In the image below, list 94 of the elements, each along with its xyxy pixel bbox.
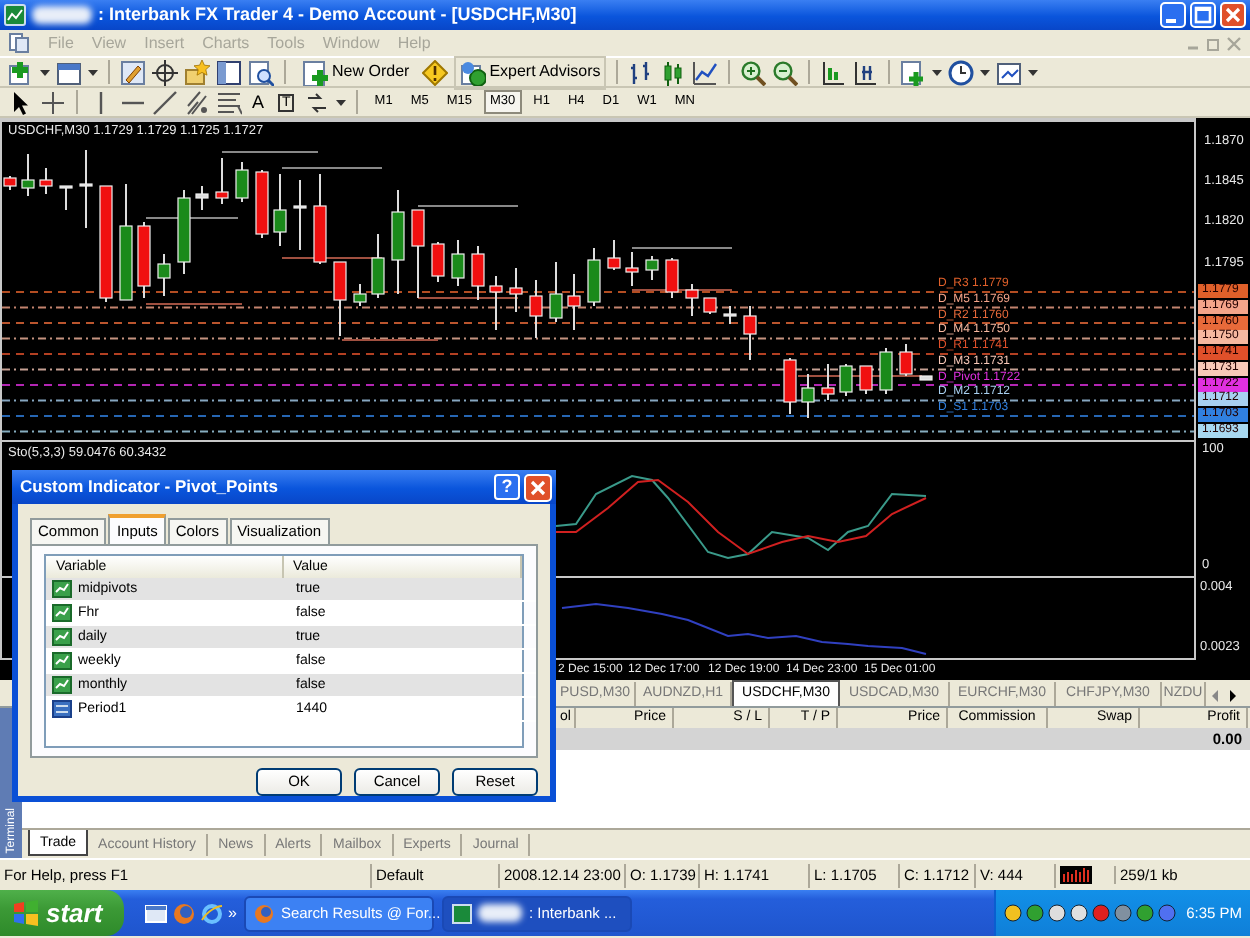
clock-icon[interactable] [948,59,975,85]
close-button[interactable] [524,473,552,501]
candle [529,279,543,339]
app-icon [4,4,26,26]
candle [549,261,563,323]
minimize-button[interactable] [1160,2,1186,28]
line-chart-icon[interactable] [692,59,719,85]
globe-icon[interactable] [200,901,224,925]
candle [471,245,485,301]
candle [353,283,367,307]
parameter-icon [52,699,72,717]
candle [431,241,445,283]
candle [79,149,93,229]
expert-advisors-button[interactable]: Expert Advisors [453,55,607,89]
flag-icon [12,900,40,926]
candle [273,173,287,247]
candle [313,173,327,265]
template-icon[interactable] [900,59,927,85]
app-icon [452,903,473,923]
folder-star-icon[interactable] [184,59,210,85]
pencil-icon[interactable] [120,59,146,85]
candle [235,161,249,203]
candle [899,343,913,377]
candle [99,185,113,303]
pitchfork-icon[interactable] [184,89,210,115]
candle [839,363,853,397]
candle [625,251,639,287]
candle [489,275,503,331]
cursor-icon[interactable] [8,89,34,115]
candle [821,363,835,401]
candle [157,253,171,297]
candle [411,209,425,299]
candle [333,261,347,337]
candle [879,347,893,395]
candle [293,179,307,251]
candle [783,357,797,415]
candle [665,257,679,299]
candle [59,185,73,211]
chart-shift-icon[interactable] [820,59,847,85]
zoom-in-icon[interactable] [740,59,767,85]
fibonacci-icon[interactable] [216,89,242,115]
blurred-patch [478,904,523,922]
magnifier-icon[interactable] [248,59,274,85]
document-icon[interactable] [8,32,30,54]
candle [685,283,699,317]
close-button[interactable] [1220,2,1246,28]
crosshair-icon[interactable] [40,89,66,115]
candlestick-icon[interactable] [660,59,687,85]
blurred-patch [32,6,92,24]
dialog-title: Custom Indicator - Pivot_Points [20,478,278,496]
bar-chart-icon[interactable] [628,59,655,85]
candle [645,255,659,281]
candle [801,373,815,419]
candle [607,239,621,271]
candle [451,239,465,287]
chart-window-icon[interactable] [996,59,1023,85]
candle [255,169,269,239]
new-chart-icon[interactable] [8,59,34,85]
candle [723,305,737,325]
desktop-icon[interactable] [144,901,168,925]
auto-scroll-icon[interactable] [852,59,879,85]
candle [177,189,191,275]
trend-line-icon[interactable] [152,89,178,115]
start-button[interactable]: start [0,890,124,936]
candle [919,375,933,381]
new-order-button[interactable]: New Order [296,55,416,89]
candle [39,167,53,195]
text-tool-button[interactable]: A [248,93,269,111]
candle [567,273,581,331]
help-button[interactable]: ? [494,474,520,500]
candle [371,233,385,299]
candle [859,365,873,395]
arrows-icon[interactable] [304,89,331,115]
candle [391,189,405,295]
warning-icon[interactable] [421,59,448,85]
candle [137,221,151,299]
browser-icon [254,903,275,923]
candle [3,175,17,191]
candle [21,153,35,197]
panel-icon[interactable] [216,59,242,85]
maximize-button[interactable] [1190,2,1216,28]
candle [119,183,133,301]
candle [509,267,523,313]
candle [743,305,757,361]
connection-bars-icon [1060,866,1092,884]
more-button[interactable]: » [228,905,237,921]
window-icon[interactable] [56,59,82,85]
crosshair-icon[interactable] [152,59,178,85]
candle [215,157,229,205]
zoom-out-icon[interactable] [772,59,799,85]
candle [587,247,601,307]
candle [703,297,717,315]
candle [195,185,209,211]
window-title: : Interbank FX Trader 4 - Demo Account - [USDCHF,M30] [98,6,577,24]
